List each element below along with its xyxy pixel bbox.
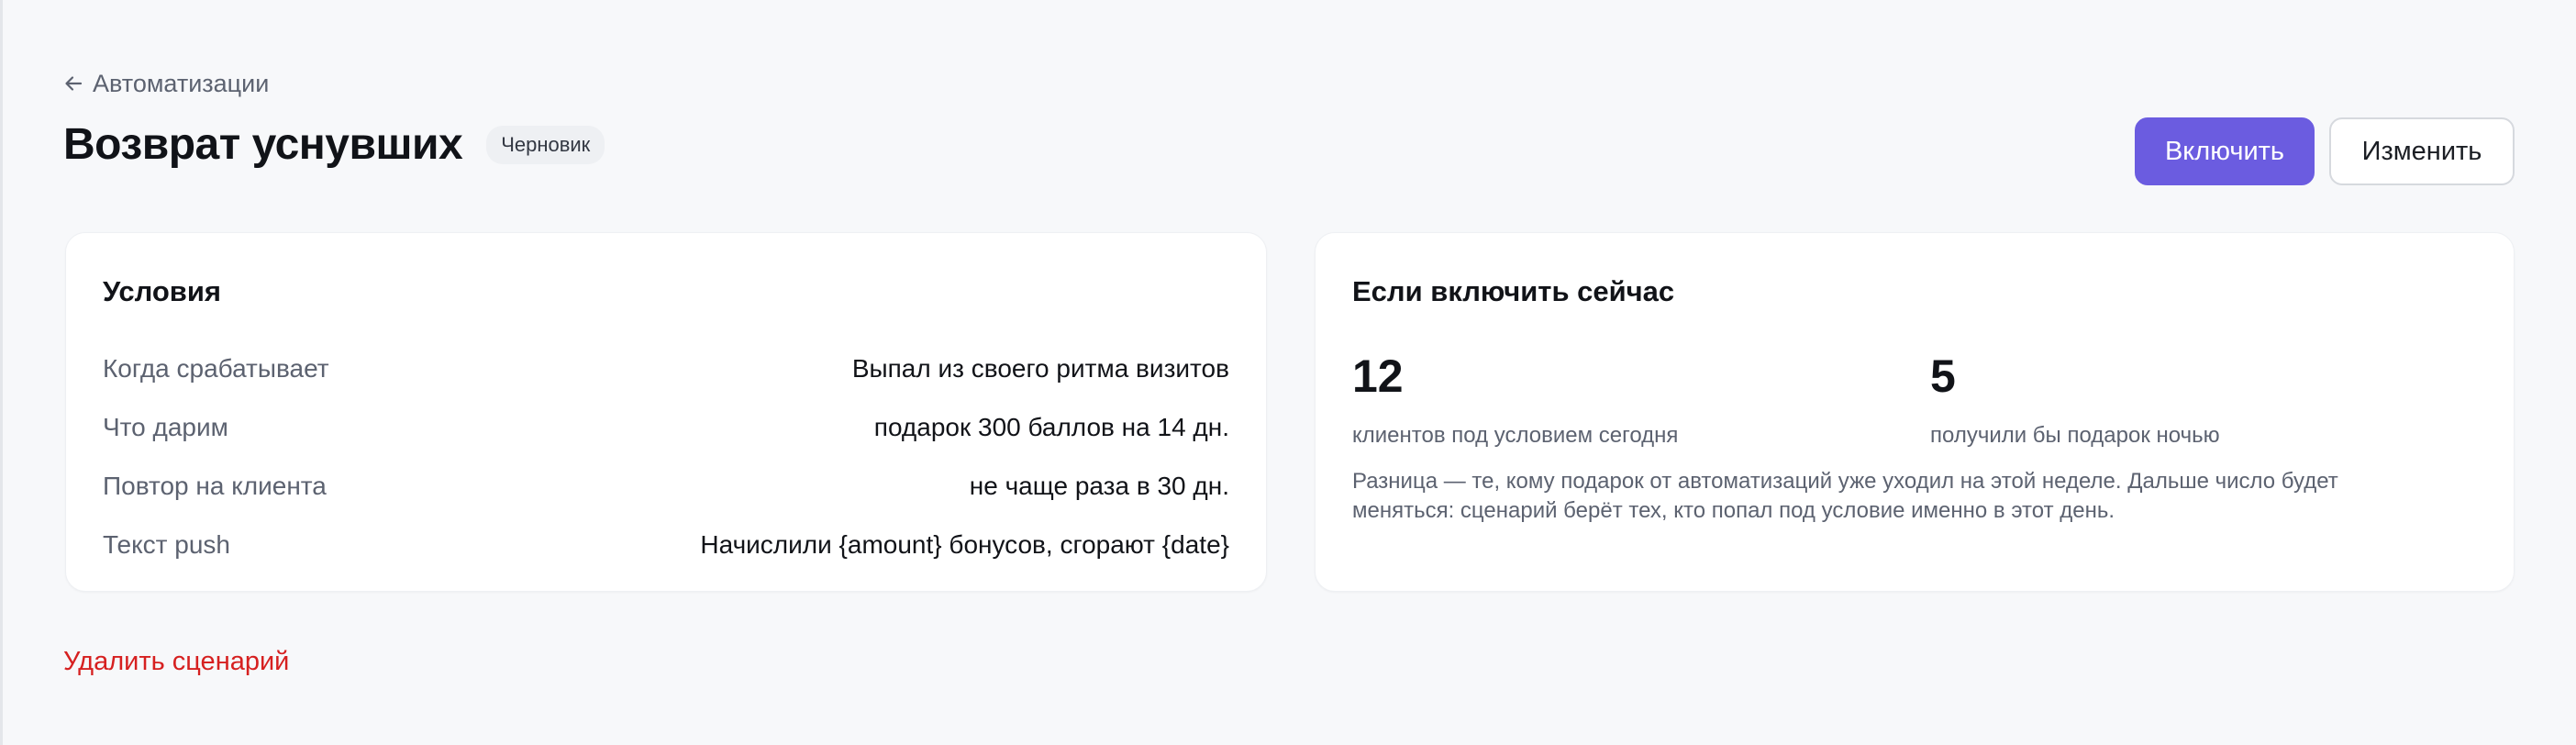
metric-clients-today: 12 клиентов под условием сегодня [1352, 349, 1930, 450]
back-link[interactable]: Автоматизации [63, 68, 269, 99]
metric-label: клиентов под условием сегодня [1352, 423, 1679, 448]
forecast-title: Если включить сейчас [1352, 275, 1675, 307]
back-link-label: Автоматизации [93, 70, 270, 97]
condition-value: Начислили {amount} бонусов, сгорают {dat… [700, 530, 1229, 559]
condition-label: Повтор на клиента [103, 472, 327, 500]
condition-value: Выпал из своего ритма визитов [851, 354, 1229, 383]
header-actions: Включить Изменить [2135, 117, 2515, 185]
condition-label: Когда срабатывает [103, 354, 329, 383]
enable-button[interactable]: Включить [2135, 117, 2315, 185]
condition-row-push-text: Текст push Начислили {amount} бонусов, с… [103, 516, 1229, 574]
condition-row-repeat: Повтор на клиента не чаще раза в 30 дн. [103, 457, 1229, 516]
metric-value: 5 [1930, 350, 1956, 402]
conditions-title: Условия [103, 275, 221, 307]
forecast-card: Если включить сейчас 12 клиентов под усл… [1315, 232, 2515, 592]
delete-scenario-link[interactable]: Удалить сценарий [63, 645, 289, 678]
status-badge: Черновик [486, 126, 605, 164]
edit-button[interactable]: Изменить [2329, 117, 2515, 185]
conditions-card: Условия Когда срабатывает Выпал из своег… [65, 232, 1267, 592]
condition-row-trigger: Когда срабатывает Выпал из своего ритма … [103, 339, 1229, 398]
condition-value: подарок 300 баллов на 14 дн. [873, 413, 1229, 441]
forecast-metrics: 12 клиентов под условием сегодня 5 получ… [1352, 349, 2508, 450]
title-row: Возврат уснувших Черновик [63, 117, 605, 172]
metric-value: 12 [1352, 350, 1404, 402]
condition-label: Текст push [103, 530, 230, 559]
condition-label: Что дарим [103, 413, 228, 441]
condition-row-gift: Что дарим подарок 300 баллов на 14 дн. [103, 398, 1229, 457]
metric-gifts-tonight: 5 получили бы подарок ночью [1930, 349, 2508, 450]
arrow-left-icon [63, 73, 83, 94]
forecast-note: Разница — те, кому подарок от автоматиза… [1352, 469, 2338, 523]
page-title: Возврат уснувших [63, 120, 463, 169]
automation-detail-page: Автоматизации Возврат уснувших Черновик … [63, 0, 2515, 745]
condition-value: не чаще раза в 30 дн. [969, 472, 1229, 500]
metric-label: получили бы подарок ночью [1930, 423, 2220, 448]
conditions-list: Когда срабатывает Выпал из своего ритма … [103, 339, 1229, 574]
